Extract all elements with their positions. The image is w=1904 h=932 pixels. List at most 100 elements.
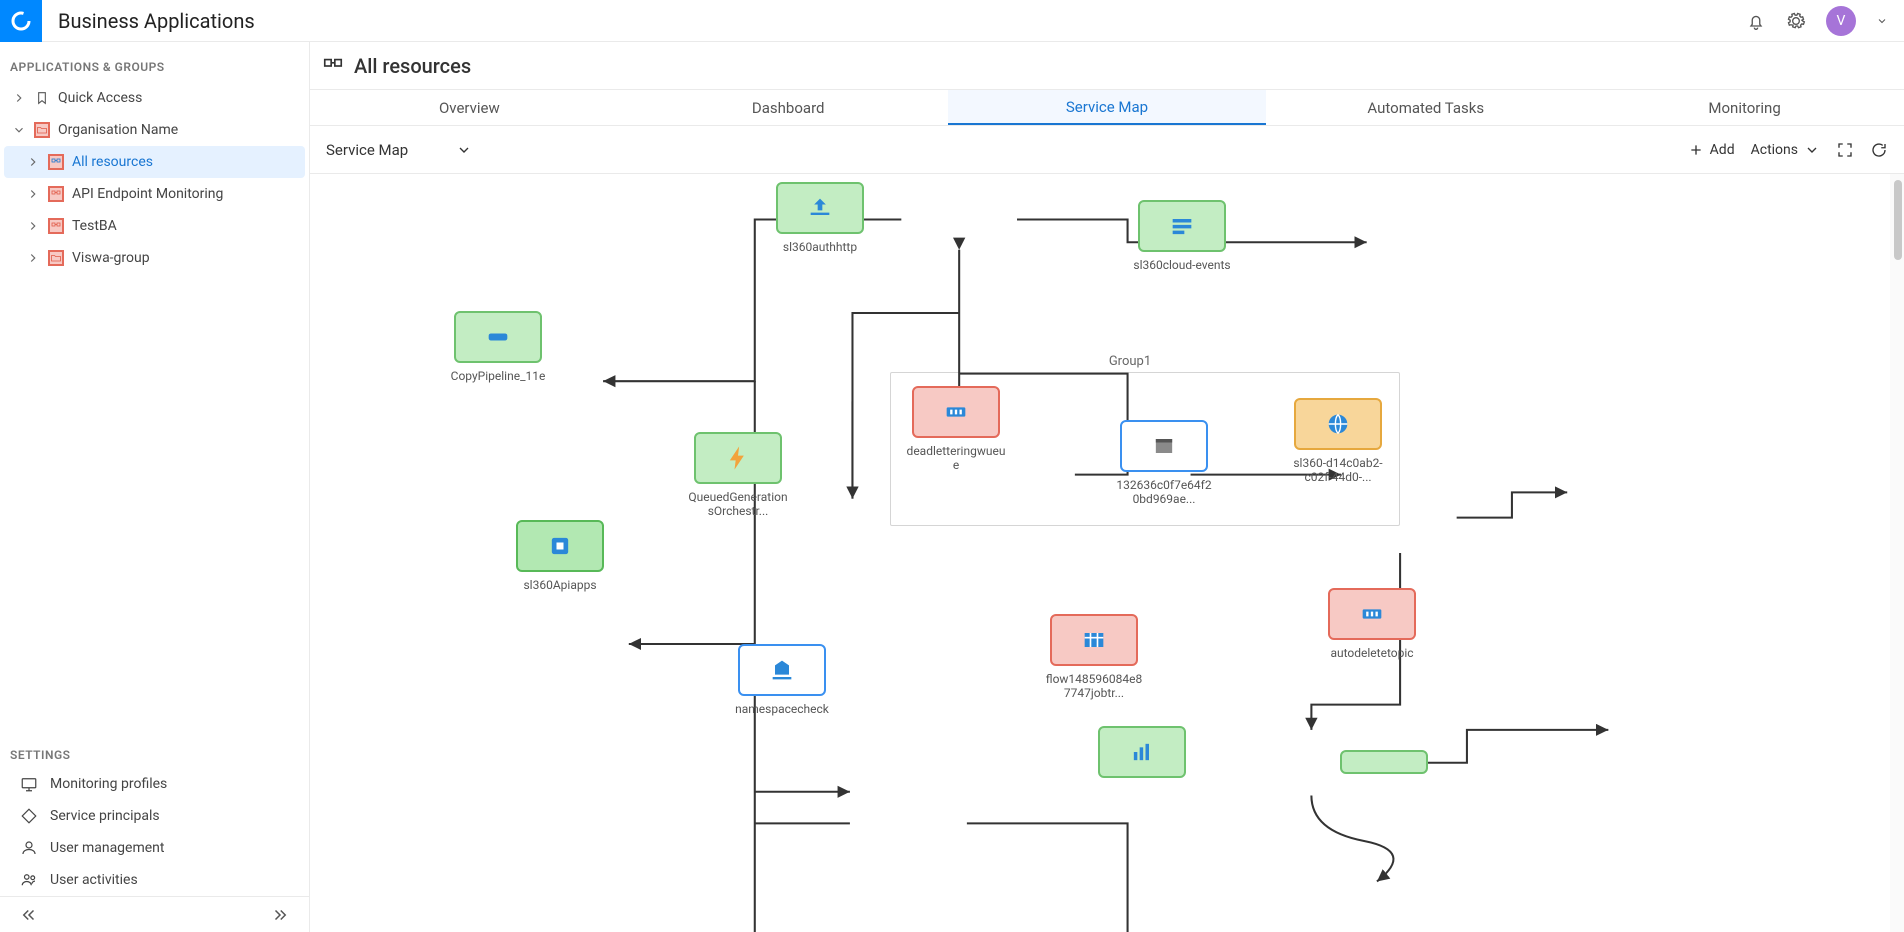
gear-icon[interactable]	[1786, 11, 1806, 31]
node-label: autodeletetopic	[1322, 646, 1422, 660]
node-label: sl360-d14c0ab2-c02f-44d0-...	[1288, 456, 1388, 485]
settings-user-management[interactable]: User management	[0, 832, 309, 864]
node-partial-1[interactable]	[1098, 726, 1186, 778]
chevron-down-icon	[456, 142, 472, 158]
add-button[interactable]: Add	[1688, 142, 1735, 158]
tab-monitoring[interactable]: Monitoring	[1585, 90, 1904, 125]
tree-label: Viswa-group	[72, 250, 150, 266]
resources-icon	[48, 218, 64, 234]
actions-button[interactable]: Actions	[1751, 142, 1820, 158]
fullscreen-icon[interactable]	[1836, 141, 1854, 159]
tree-label: Organisation Name	[58, 122, 178, 138]
queue-icon	[942, 398, 970, 426]
tree-label: All resources	[72, 154, 153, 170]
chevron-right-icon	[26, 155, 40, 169]
node-queuedgen[interactable]: QueuedGenerationsOrchestr...	[688, 432, 788, 519]
node-guid[interactable]: 132636c0f7e64f20bd969ae...	[1114, 420, 1214, 507]
tab-overview[interactable]: Overview	[310, 90, 629, 125]
resources-icon	[322, 55, 344, 77]
app-logo[interactable]	[0, 0, 42, 42]
tab-automated-tasks[interactable]: Automated Tasks	[1266, 90, 1585, 125]
chevron-double-right-icon[interactable]	[271, 906, 289, 924]
chevron-right-icon	[26, 251, 40, 265]
node-label: deadletteringwueue	[906, 444, 1006, 473]
node-label: sl360authhttp	[770, 240, 870, 254]
plus-icon	[1688, 142, 1704, 158]
add-label: Add	[1710, 142, 1735, 158]
app-title: Business Applications	[58, 9, 1746, 33]
node-label: sl360Apiapps	[510, 578, 610, 592]
chevron-right-icon	[26, 187, 40, 201]
node-label: 132636c0f7e64f20bd969ae...	[1114, 478, 1214, 507]
folder-icon	[48, 250, 64, 266]
diamond-icon	[20, 807, 38, 825]
refresh-icon[interactable]	[1870, 141, 1888, 159]
node-label: flow148596084e87747jobtr...	[1044, 672, 1144, 701]
chevron-right-icon	[12, 91, 26, 105]
upload-icon	[806, 194, 834, 222]
resources-icon	[48, 154, 64, 170]
namespace-icon	[768, 656, 796, 684]
sidebar-item-all-resources[interactable]: All resources	[4, 146, 305, 178]
toolbar: Service Map Add Actions	[310, 126, 1904, 174]
settings-service-principals[interactable]: Service principals	[0, 800, 309, 832]
sidebar-quick-access[interactable]: Quick Access	[4, 82, 305, 114]
user-icon	[20, 839, 38, 857]
tree-label: Quick Access	[58, 90, 142, 106]
node-sl360authhttp[interactable]: sl360authhttp	[770, 182, 870, 254]
settings-label: Service principals	[50, 808, 160, 824]
canvas-wrap: Group1	[310, 174, 1904, 932]
node-label: sl360cloud-events	[1132, 258, 1232, 272]
scrollbar-thumb[interactable]	[1894, 180, 1902, 260]
node-deadletter[interactable]: deadletteringwueue	[906, 386, 1006, 473]
settings-monitoring-profiles[interactable]: Monitoring profiles	[0, 768, 309, 800]
monitor-icon	[20, 775, 38, 793]
node-autodeletetopic[interactable]: autodeletetopic	[1322, 588, 1422, 660]
tree-label: TestBA	[72, 218, 117, 234]
globe-icon	[1324, 410, 1352, 438]
node-sl360d14[interactable]: sl360-d14c0ab2-c02f-44d0-...	[1288, 398, 1388, 485]
topic-icon	[1358, 600, 1386, 628]
pipeline-icon	[484, 323, 512, 351]
chart-icon	[1128, 738, 1156, 766]
header: Business Applications V	[0, 0, 1904, 42]
node-flow148[interactable]: flow148596084e87747jobtr...	[1044, 614, 1144, 701]
sidebar-item-testba[interactable]: TestBA	[4, 210, 305, 242]
sidebar: APPLICATIONS & GROUPS Quick Access Organ…	[0, 42, 310, 932]
view-selector-label: Service Map	[326, 141, 408, 159]
tree-label: API Endpoint Monitoring	[72, 186, 223, 202]
node-copypipeline[interactable]: CopyPipeline_11e	[448, 311, 548, 383]
group-label: Group1	[1090, 354, 1170, 369]
settings-title: SETTINGS	[0, 738, 309, 768]
sidebar-section-title: APPLICATIONS & GROUPS	[0, 42, 309, 82]
sidebar-footer	[0, 896, 309, 932]
chevron-double-left-icon[interactable]	[20, 906, 38, 924]
scrollbar-vertical[interactable]	[1890, 174, 1904, 932]
node-partial-2[interactable]	[1340, 750, 1428, 774]
chevron-right-icon	[26, 219, 40, 233]
tab-service-map[interactable]: Service Map	[948, 90, 1267, 125]
api-icon	[546, 532, 574, 560]
bell-icon[interactable]	[1746, 11, 1766, 31]
users-icon	[20, 871, 38, 889]
view-selector[interactable]: Service Map	[326, 141, 472, 159]
folder-icon	[34, 122, 50, 138]
sidebar-org[interactable]: Organisation Name	[4, 114, 305, 146]
window-icon	[1150, 432, 1178, 460]
avatar-letter: V	[1837, 13, 1846, 29]
resources-icon	[48, 186, 64, 202]
settings-user-activities[interactable]: User activities	[0, 864, 309, 896]
settings-label: User management	[50, 840, 164, 856]
node-sl360apiapps[interactable]: sl360Apiapps	[510, 520, 610, 592]
node-sl360cloudevents[interactable]: sl360cloud-events	[1132, 200, 1232, 272]
chevron-down-icon	[1804, 142, 1820, 158]
node-label: namespacecheck	[732, 702, 832, 716]
tab-dashboard[interactable]: Dashboard	[629, 90, 948, 125]
service-map-canvas[interactable]: Group1	[310, 174, 1904, 932]
sidebar-item-viswa-group[interactable]: Viswa-group	[4, 242, 305, 274]
chevron-down-icon[interactable]	[1876, 15, 1888, 27]
list-icon	[1168, 212, 1196, 240]
sidebar-item-api-endpoint[interactable]: API Endpoint Monitoring	[4, 178, 305, 210]
avatar[interactable]: V	[1826, 6, 1856, 36]
node-namespacecheck[interactable]: namespacecheck	[732, 644, 832, 716]
